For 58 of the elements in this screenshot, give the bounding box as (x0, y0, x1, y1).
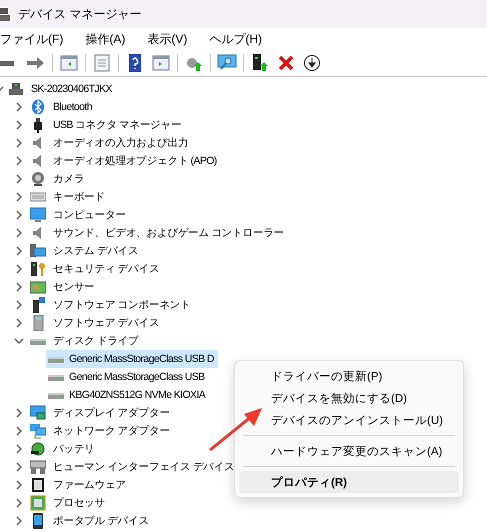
menu-item[interactable]: 操作(A) (85, 30, 126, 48)
sensor-icon (30, 279, 46, 295)
tree-item[interactable]: オーディオ処理オブジェクト (APO) (51, 152, 219, 170)
tree-item[interactable]: ポータブル デバイス (51, 512, 151, 530)
menu-item[interactable]: ヘルプ(H) (209, 30, 262, 48)
tree-item[interactable]: Bluetooth (51, 98, 94, 116)
tree-item[interactable]: キーボード (51, 188, 108, 206)
software-component-icon (30, 297, 46, 313)
menu-item[interactable]: ファイル(F) (0, 30, 64, 48)
network-icon (30, 423, 46, 439)
processor-icon (30, 495, 46, 511)
download-icon[interactable] (302, 54, 322, 72)
webcam-icon (30, 171, 46, 187)
display-adapter-icon (30, 405, 46, 421)
bluetooth-icon (30, 99, 46, 115)
tree-item[interactable]: ソフトウェア デバイス (51, 314, 162, 332)
menu-item[interactable]: ハードウェア変更のスキャン(A) (239, 440, 459, 462)
tree-item[interactable]: ネットワーク アダプター (51, 422, 172, 440)
portable-device-icon (30, 513, 46, 529)
tree-item[interactable]: センサー (51, 278, 97, 296)
tree-item[interactable]: システム デバイス (51, 242, 141, 260)
tree-item[interactable]: カメラ (51, 170, 86, 188)
monitor-icon (30, 207, 46, 223)
tree-item[interactable]: オーディオの入力および出力 (51, 134, 190, 152)
delete-icon[interactable] (276, 54, 296, 72)
tree-item[interactable]: Generic MassStorageClass USB D (46, 350, 218, 368)
computer-icon (8, 81, 24, 97)
tree-item[interactable]: ディスク ドライブ (51, 332, 141, 350)
tree-item[interactable]: コンピューター (51, 206, 128, 224)
tree-item[interactable]: SK-20230406TJKX (29, 80, 114, 98)
tree-item[interactable]: プロセッサ (51, 494, 108, 512)
tree-item[interactable]: ディスプレイ アダプター (51, 404, 172, 422)
system-icon (30, 243, 46, 259)
menu-item[interactable]: プロパティ(R) (239, 471, 459, 493)
app-icon (0, 6, 10, 22)
window-title: デバイス マネージャー (18, 6, 142, 22)
window-pane-icon[interactable] (151, 54, 171, 72)
scan-monitor-icon[interactable] (217, 54, 237, 72)
menu-item[interactable]: 表示(V) (147, 30, 188, 48)
firmware-icon (30, 477, 46, 493)
tree-item[interactable]: バッテリ (51, 440, 97, 458)
tree-item[interactable]: サウンド、ビデオ、およびゲーム コントローラー (51, 224, 286, 242)
menu-item[interactable]: ドライバーの更新(P) (239, 365, 459, 387)
window-pane-icon[interactable] (59, 54, 79, 72)
enable-device-icon[interactable] (250, 54, 270, 72)
properties-icon[interactable] (92, 54, 112, 72)
hid-icon (30, 459, 46, 475)
tree-item[interactable]: KBG40ZNS512G NVMe KIOXIA (46, 386, 210, 404)
security-key-icon (30, 261, 46, 277)
menu-item[interactable]: デバイスのアンインストール(U) (239, 409, 459, 431)
tree-item[interactable]: Generic MassStorageClass USB (46, 368, 209, 386)
tree-item[interactable]: USB コネクタ マネージャー (51, 116, 184, 134)
tree-item[interactable]: ファームウェア (51, 476, 128, 494)
tree-item[interactable]: ヒューマン インターフェイス デバイス (51, 458, 236, 476)
forward-icon[interactable] (26, 54, 46, 72)
tree-item[interactable]: セキュリティ デバイス (51, 260, 162, 278)
tree-item[interactable]: ソフトウェア コンポーネント (51, 296, 193, 314)
menu-item[interactable]: デバイスを無効にする(D) (239, 387, 459, 409)
